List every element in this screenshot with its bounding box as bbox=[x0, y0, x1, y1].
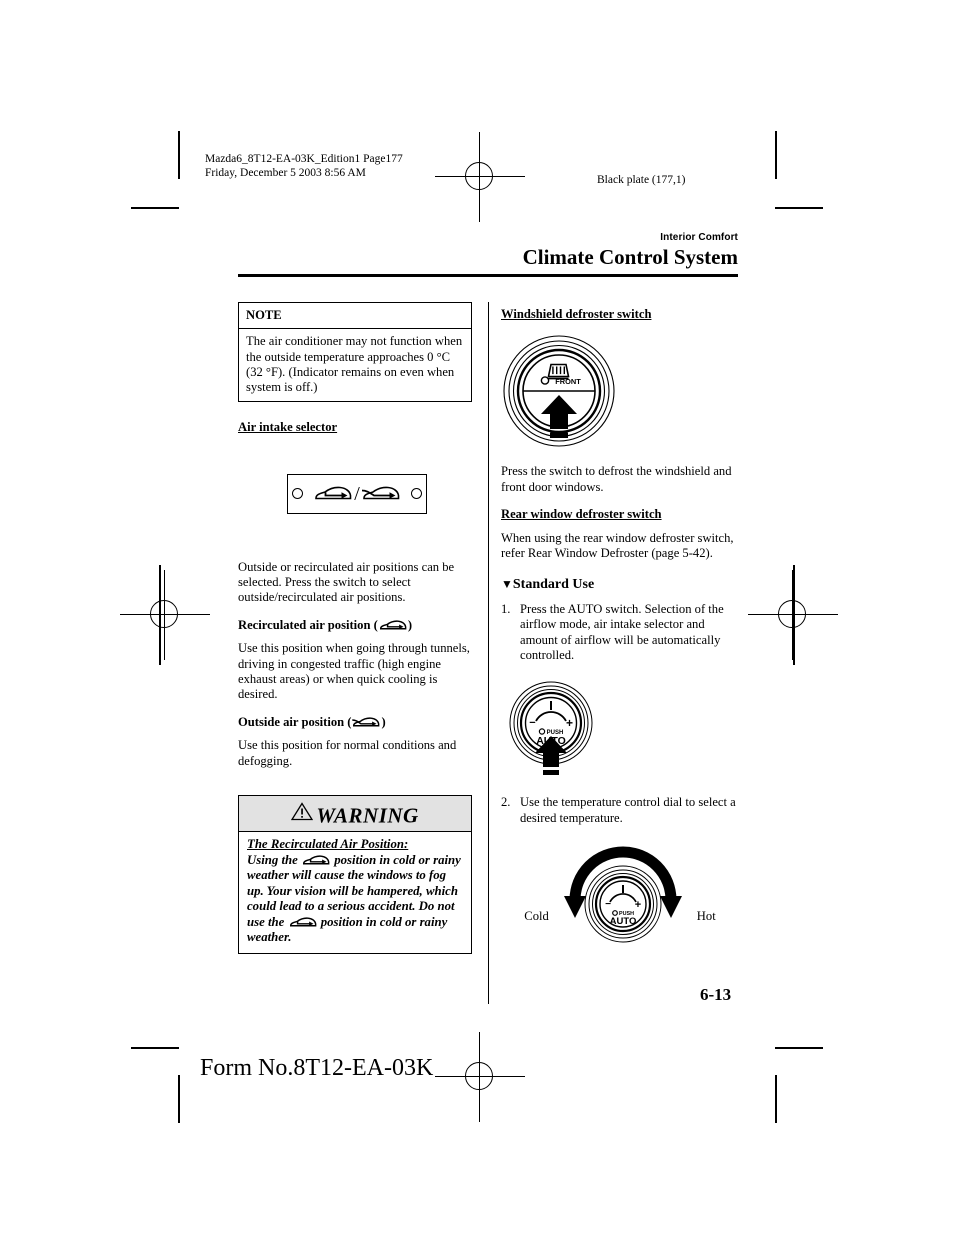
temp-dial-hot-label: Hot bbox=[696, 908, 716, 923]
crop-mark-top-left-v bbox=[178, 131, 180, 179]
recirc-heading-prefix: Recirculated air position ( bbox=[238, 617, 378, 632]
crop-mark-top-right bbox=[775, 207, 823, 209]
warning-title: WARNING bbox=[316, 803, 419, 828]
step-item: 1. Press the AUTO switch. Selection of t… bbox=[501, 602, 739, 664]
page-title: Climate Control System bbox=[522, 245, 738, 269]
registration-mark-right bbox=[748, 570, 838, 660]
step-text: Use the temperature control dial to sele… bbox=[520, 795, 736, 825]
defroster-switch-illustration: FRONT bbox=[503, 335, 615, 447]
manual-page: Mazda6_8T12-EA-03K_Edition1 Page177 Frid… bbox=[0, 0, 954, 1235]
step-item: 2. Use the temperature control dial to s… bbox=[501, 795, 739, 826]
print-job-info: Mazda6_8T12-EA-03K_Edition1 Page177 Frid… bbox=[205, 152, 403, 180]
outside-air-position-heading: Outside air position () bbox=[238, 715, 476, 730]
outside-heading-prefix: Outside air position ( bbox=[238, 714, 352, 729]
standard-use-label: Standard Use bbox=[512, 577, 595, 593]
section-label: Interior Comfort bbox=[660, 232, 738, 243]
air-intake-intro-text: Outside or recirculated air positions ca… bbox=[238, 559, 455, 605]
form-number: Form No.8T12-EA-03K bbox=[200, 1055, 434, 1081]
recirculated-air-body-text: Use this position when going through tun… bbox=[238, 641, 470, 702]
registration-mark-bottom bbox=[435, 1032, 525, 1122]
recirculated-air-position-heading: Recirculated air position () bbox=[238, 618, 476, 633]
left-column: NOTE The air conditioner may not functio… bbox=[238, 302, 476, 955]
auto-switch-figure: − + PUSH AUTO bbox=[501, 681, 739, 777]
air-intake-selector-figure: / bbox=[238, 473, 476, 514]
black-plate-label: Black plate (177,1) bbox=[597, 174, 686, 186]
temp-dial-cold-label: Cold bbox=[524, 908, 549, 923]
warning-body: The Recirculated Air Position: Using the… bbox=[239, 832, 471, 953]
note-title: NOTE bbox=[239, 303, 471, 330]
warning-header: WARNING bbox=[239, 796, 471, 832]
step-text: Press the AUTO switch. Selection of the … bbox=[520, 601, 724, 663]
temperature-control-dial-figure: Cold − + PUSH AUTO Hot bbox=[501, 844, 739, 952]
crop-mark-top-left bbox=[131, 207, 179, 209]
recirculated-air-icon-warning-1 bbox=[301, 854, 331, 867]
standard-use-steps: 1. Press the AUTO switch. Selection of t… bbox=[501, 602, 739, 664]
plus-label: + bbox=[566, 716, 573, 730]
standard-use-steps-2: 2. Use the temperature control dial to s… bbox=[501, 795, 739, 826]
warning-lead-underlined: The Recirculated Air Position: bbox=[247, 836, 409, 851]
svg-text:+: + bbox=[635, 899, 641, 911]
defroster-front-label: FRONT bbox=[555, 377, 581, 386]
outside-heading-suffix: ) bbox=[381, 714, 386, 729]
indicator-lamp-left-icon bbox=[292, 488, 304, 500]
column-divider bbox=[488, 302, 489, 1004]
windshield-defroster-heading: Windshield defroster switch bbox=[501, 307, 652, 321]
page-number: 6-13 bbox=[700, 985, 732, 1004]
registration-mark-top bbox=[435, 132, 525, 222]
step-number: 2. bbox=[501, 795, 511, 810]
auto-dial-illustration: − + PUSH AUTO bbox=[509, 681, 593, 776]
slash-separator: / bbox=[354, 482, 360, 505]
note-box: NOTE The air conditioner may not functio… bbox=[238, 302, 472, 403]
job-info-line-1: Mazda6_8T12-EA-03K_Edition1 Page177 bbox=[205, 153, 403, 165]
windshield-defroster-body-text: Press the switch to defrost the windshie… bbox=[501, 464, 732, 494]
temperature-dial-illustration: − + PUSH AUTO bbox=[563, 846, 682, 943]
outside-air-icon-inline bbox=[351, 716, 381, 729]
warning-box: WARNING The Recirculated Air Position: U… bbox=[238, 795, 472, 955]
crop-mark-bottom-right bbox=[775, 1047, 823, 1049]
outside-air-icon bbox=[361, 484, 401, 504]
rear-window-defroster-body-text: When using the rear window defroster swi… bbox=[501, 530, 734, 561]
recirculated-air-icon bbox=[313, 484, 353, 504]
outside-air-body-text: Use this position for normal conditions … bbox=[238, 738, 457, 768]
standard-use-heading: ▼Standard Use bbox=[501, 577, 739, 592]
crop-mark-bottom-left-v bbox=[178, 1075, 180, 1123]
windshield-defroster-switch-figure: FRONT bbox=[501, 334, 739, 448]
air-intake-selector-heading: Air intake selector bbox=[238, 420, 338, 435]
recirculated-air-icon-inline bbox=[378, 619, 408, 632]
title-rule bbox=[238, 274, 738, 277]
crop-mark-bottom-left bbox=[131, 1047, 179, 1049]
crop-mark-bottom-right-v bbox=[775, 1075, 777, 1123]
recirculated-air-icon-warning-2 bbox=[288, 916, 318, 929]
warning-text-part-1: Using the bbox=[247, 852, 302, 867]
step-number: 1. bbox=[501, 601, 511, 616]
registration-mark-left bbox=[120, 570, 210, 660]
job-info-line-2: Friday, December 5 2003 8:56 AM bbox=[205, 167, 366, 179]
svg-text:−: − bbox=[605, 899, 611, 910]
crop-mark-top-right-v bbox=[775, 131, 777, 179]
svg-text:AUTO: AUTO bbox=[609, 916, 636, 927]
standard-use-marker-icon: ▼ bbox=[501, 577, 513, 592]
indicator-lamp-right-icon bbox=[410, 488, 422, 500]
recirc-heading-suffix: ) bbox=[407, 617, 413, 632]
note-body: The air conditioner may not function whe… bbox=[246, 334, 463, 395]
minus-label: − bbox=[529, 717, 535, 729]
warning-triangle-icon bbox=[291, 802, 314, 821]
right-column: Windshield defroster switch FRONT Press … bbox=[501, 302, 739, 952]
rear-window-defroster-heading: Rear window defroster switch bbox=[501, 507, 662, 522]
